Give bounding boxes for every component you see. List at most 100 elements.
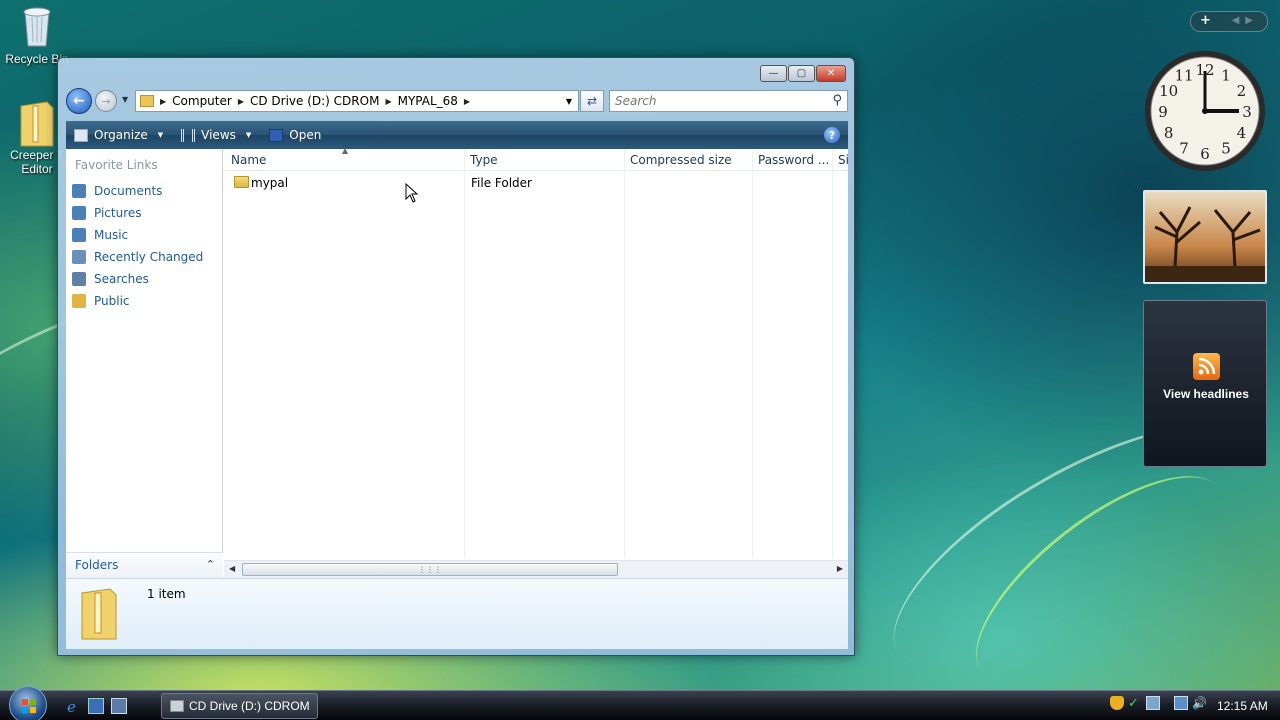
folders-toggle[interactable]: Folders ⌃ xyxy=(66,552,223,578)
clock-gadget[interactable]: 12 1 2 3 4 5 6 7 8 9 10 11 xyxy=(1143,49,1267,173)
favorite-link-label: Searches xyxy=(94,272,149,286)
column-divider[interactable] xyxy=(464,149,465,558)
views-label: Views xyxy=(201,128,236,142)
gadget-nav-arrows-icon[interactable]: ◀▶ xyxy=(1232,15,1259,26)
clock-numeral: 4 xyxy=(1237,124,1247,142)
file-type: File Folder xyxy=(471,176,532,190)
clock-numeral: 1 xyxy=(1221,67,1231,85)
folders-label: Folders xyxy=(75,558,119,572)
column-divider[interactable] xyxy=(752,149,753,558)
organize-button[interactable]: Organize ▼ xyxy=(74,128,163,142)
navigation-bar: ← → ▼ ▶ Computer ▶ CD Drive (D:) CDROM ▶… xyxy=(66,87,848,114)
favorite-link-documents[interactable]: Documents xyxy=(72,180,203,202)
arrow-left-icon: ← xyxy=(73,93,85,109)
breadcrumb-computer[interactable]: Computer xyxy=(172,94,232,108)
network-icon[interactable] xyxy=(1146,696,1160,710)
feed-headlines-gadget[interactable]: View headlines xyxy=(1143,300,1267,467)
favorite-link-music[interactable]: Music xyxy=(72,224,203,246)
column-header-type[interactable]: Type xyxy=(470,153,498,167)
favorite-link-label: Recently Changed xyxy=(94,250,204,264)
address-dropdown-icon[interactable]: ▼ xyxy=(566,97,572,106)
refresh-icon: ⇄ xyxy=(586,94,598,108)
pictures-icon xyxy=(72,206,86,220)
mouse-cursor-icon xyxy=(405,182,419,203)
caption-buttons: — ▢ ✕ xyxy=(760,65,846,82)
zip-folder-icon xyxy=(17,100,57,147)
close-button[interactable]: ✕ xyxy=(816,65,846,82)
column-header-compressed-size[interactable]: Compressed size xyxy=(630,153,732,167)
recent-pages-dropdown[interactable]: ▼ xyxy=(122,95,128,104)
recycle-bin-icon xyxy=(17,4,57,48)
column-header-name[interactable]: Name xyxy=(231,153,266,167)
forward-button[interactable]: → xyxy=(95,90,117,112)
column-divider[interactable] xyxy=(624,149,625,558)
breadcrumb-mypal[interactable]: MYPAL_68 xyxy=(398,94,458,108)
favorite-link-label: Public xyxy=(94,294,130,308)
views-button[interactable]: Views ▼ xyxy=(181,128,251,142)
folder-icon xyxy=(234,176,249,188)
breadcrumb-separator-icon[interactable]: ▶ xyxy=(238,97,244,106)
scrollbar-thumb[interactable]: ⋮⋮⋮ xyxy=(242,563,618,576)
taskbar: e CD Drive (D:) CDROM ✓ 🔊 12:15 AM xyxy=(0,686,1280,720)
documents-icon xyxy=(72,184,86,198)
search-box[interactable]: ⚲ xyxy=(609,90,848,112)
tray-spacer xyxy=(1164,696,1170,710)
chevron-down-icon: ▼ xyxy=(245,131,252,139)
switch-windows-icon[interactable] xyxy=(111,698,127,714)
column-headers: ▲ Name Type Compressed size Password ...… xyxy=(224,146,849,171)
scroll-left-icon[interactable]: ◀ xyxy=(229,564,235,573)
column-divider[interactable] xyxy=(832,149,833,558)
explorer-window: — ▢ ✕ ← → ▼ ▶ Computer ▶ CD Drive (D:) C… xyxy=(57,57,855,656)
clock-numeral: 2 xyxy=(1237,82,1247,100)
network-connection-icon[interactable] xyxy=(1174,696,1188,710)
clock-numeral: 9 xyxy=(1158,103,1168,121)
taskbar-clock[interactable]: 12:15 AM xyxy=(1217,699,1268,713)
clock-numeral: 3 xyxy=(1242,103,1252,121)
column-header-password[interactable]: Password ... xyxy=(758,153,829,167)
slideshow-gadget[interactable] xyxy=(1143,190,1267,284)
chevron-down-icon: ▼ xyxy=(157,131,164,139)
favorite-link-public[interactable]: Public xyxy=(72,290,203,312)
favorite-link-pictures[interactable]: Pictures xyxy=(72,202,203,224)
refresh-button[interactable]: ⇄ xyxy=(580,90,604,112)
taskbar-button-label: CD Drive (D:) CDROM xyxy=(189,699,310,713)
help-button[interactable]: ? xyxy=(824,127,840,143)
file-row[interactable]: mypal File Folder xyxy=(224,173,848,193)
arrow-right-icon: → xyxy=(101,94,111,108)
windows-logo-icon xyxy=(22,699,36,713)
search-icon[interactable]: ⚲ xyxy=(832,93,842,108)
column-header-size[interactable]: Si xyxy=(838,153,849,167)
view-headlines-link[interactable]: View headlines xyxy=(1144,387,1268,401)
item-count: 1 item xyxy=(147,587,186,601)
add-gadget-icon[interactable]: + xyxy=(1200,13,1211,28)
window-content: Favorite Links Documents Pictures Music … xyxy=(66,146,849,578)
clock-numeral: 11 xyxy=(1174,67,1193,85)
address-bar[interactable]: ▶ Computer ▶ CD Drive (D:) CDROM ▶ MYPAL… xyxy=(135,90,579,112)
search-input[interactable] xyxy=(615,94,820,108)
checkmark-icon[interactable]: ✓ xyxy=(1128,696,1142,711)
scroll-right-icon[interactable]: ▶ xyxy=(837,564,843,573)
organize-label: Organize xyxy=(94,128,148,142)
taskbar-button-cd-drive[interactable]: CD Drive (D:) CDROM xyxy=(161,693,318,719)
maximize-button[interactable]: ▢ xyxy=(788,65,815,82)
show-desktop-icon[interactable] xyxy=(88,698,104,714)
desktop-icon-label: Creeper T Editor xyxy=(10,148,64,176)
minimize-button[interactable]: — xyxy=(760,65,787,82)
horizontal-scrollbar[interactable]: ◀ ⋮⋮⋮ ▶ xyxy=(224,560,848,578)
favorite-link-label: Music xyxy=(94,228,129,242)
favorite-link-searches[interactable]: Searches xyxy=(72,268,203,290)
breadcrumb-separator-icon[interactable]: ▶ xyxy=(160,97,166,106)
zip-folder-icon xyxy=(74,585,124,643)
security-shield-icon[interactable] xyxy=(1110,696,1124,710)
breadcrumb-separator-icon[interactable]: ▶ xyxy=(385,97,391,106)
favorite-link-label: Pictures xyxy=(94,206,142,220)
breadcrumb-cd-drive[interactable]: CD Drive (D:) CDROM xyxy=(250,94,379,108)
start-button[interactable] xyxy=(9,686,47,720)
breadcrumb-separator-icon[interactable]: ▶ xyxy=(464,97,470,106)
open-button[interactable]: Open xyxy=(269,128,321,142)
back-button[interactable]: ← xyxy=(66,88,92,114)
tree-photo-icon xyxy=(1145,192,1265,282)
volume-muted-icon[interactable]: 🔊 xyxy=(1192,696,1207,710)
favorite-link-recently-changed[interactable]: Recently Changed xyxy=(72,246,203,268)
internet-explorer-icon[interactable]: e xyxy=(65,698,81,716)
